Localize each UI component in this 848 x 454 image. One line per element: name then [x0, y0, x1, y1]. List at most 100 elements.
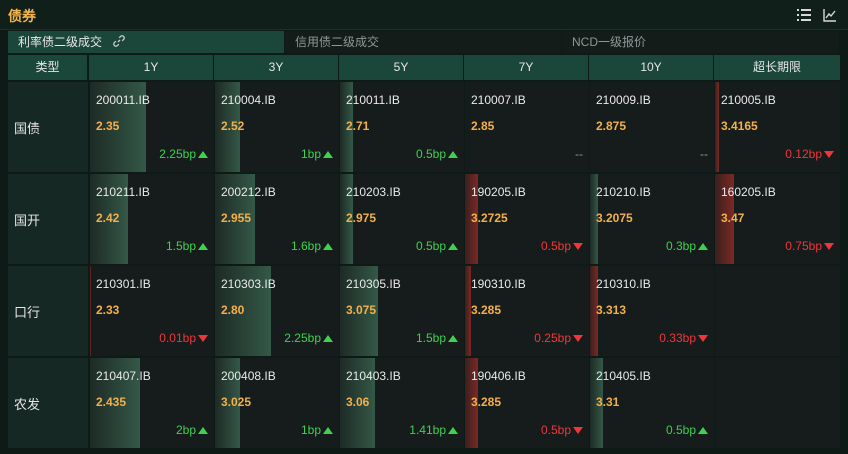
empty-cell: [714, 265, 840, 356]
yield-change: 2.25bp: [284, 331, 333, 345]
column-header-7y[interactable]: 7Y: [464, 55, 589, 80]
down-arrow-icon: [573, 426, 583, 434]
down-arrow-icon: [198, 334, 208, 342]
bond-code: 210004.IB: [221, 93, 276, 107]
yield-change-value: 0.5bp: [415, 239, 446, 253]
down-arrow-icon: [573, 334, 583, 342]
yield-change: 0.5bp: [666, 423, 708, 437]
yield-change: 0.5bp: [416, 147, 458, 161]
bond-code: 210403.IB: [346, 369, 401, 383]
yield-change-value: 1bp: [300, 423, 321, 437]
bond-code: 200212.IB: [221, 185, 276, 199]
change-bar: [90, 266, 91, 356]
bond-yield: 2.71: [346, 119, 370, 133]
bond-yield: 3.285: [471, 303, 502, 317]
bond-code: 210007.IB: [471, 93, 526, 107]
bond-code: 210005.IB: [721, 93, 776, 107]
yield-change-value: 0.5bp: [540, 423, 571, 437]
yield-change: 0.01bp: [159, 331, 208, 345]
column-header-5y[interactable]: 5Y: [339, 55, 464, 80]
bond-cell[interactable]: 200212.IB 2.955 1.6bp: [214, 173, 339, 264]
bond-yield: 3.2075: [596, 211, 633, 225]
up-arrow-icon: [448, 334, 458, 342]
up-arrow-icon: [323, 150, 333, 158]
row-label: 国开: [8, 173, 88, 264]
yield-change: 2bp: [176, 423, 208, 437]
column-header-3y[interactable]: 3Y: [214, 55, 339, 80]
bond-cell[interactable]: 200011.IB 2.35 2.25bp: [89, 81, 214, 172]
bond-code: 160205.IB: [721, 185, 776, 199]
yield-change: 1.5bp: [416, 331, 458, 345]
tab-rate-bond-secondary[interactable]: 利率债二级成交: [8, 31, 285, 53]
bond-yield: 3.313: [596, 303, 627, 317]
down-arrow-icon: [824, 150, 834, 158]
bond-cell[interactable]: 210210.IB 3.2075 0.3bp: [589, 173, 714, 264]
bond-code: 190310.IB: [471, 277, 526, 291]
yield-change-value: 0.33bp: [659, 331, 696, 345]
bond-code: 190406.IB: [471, 369, 526, 383]
bond-yield: 2.35: [96, 119, 120, 133]
bond-yield: 2.955: [221, 211, 252, 225]
yield-change: 1bp: [301, 147, 333, 161]
bond-cell[interactable]: 210203.IB 2.975 0.5bp: [339, 173, 464, 264]
up-arrow-icon: [448, 426, 458, 434]
bond-code: 210310.IB: [596, 277, 651, 291]
bond-code: 210303.IB: [221, 277, 276, 291]
yield-change-value: 1.5bp: [415, 331, 446, 345]
down-arrow-icon: [698, 334, 708, 342]
bond-cell[interactable]: 210005.IB 3.4165 0.12bp: [714, 81, 840, 172]
yield-change-value: 0.12bp: [785, 147, 822, 161]
column-header-ultra-long[interactable]: 超长期限: [714, 55, 840, 80]
list-icon[interactable]: [796, 7, 812, 23]
column-header-1y[interactable]: 1Y: [89, 55, 214, 80]
yield-change: 0.5bp: [541, 423, 583, 437]
bond-cell[interactable]: 210011.IB 2.71 0.5bp: [339, 81, 464, 172]
bond-cell[interactable]: 210009.IB 2.875 --: [589, 81, 714, 172]
bond-yield: 3.075: [346, 303, 377, 317]
up-arrow-icon: [698, 242, 708, 250]
bond-cell[interactable]: 210303.IB 2.80 2.25bp: [214, 265, 339, 356]
bond-code: 210301.IB: [96, 277, 151, 291]
bond-cell[interactable]: 190310.IB 3.285 0.25bp: [464, 265, 589, 356]
yield-change-value: 1.6bp: [290, 239, 321, 253]
yield-change: 0.75bp: [785, 239, 834, 253]
bond-yield: 2.975: [346, 211, 377, 225]
column-header-10y[interactable]: 10Y: [589, 55, 714, 80]
bond-code: 190205.IB: [471, 185, 526, 199]
panel-title: 债券: [8, 8, 36, 24]
tab-ncd-primary-quote[interactable]: NCD一级报价: [562, 31, 840, 53]
bond-code: 200011.IB: [96, 93, 150, 107]
bond-cell[interactable]: 210007.IB 2.85 --: [464, 81, 589, 172]
bond-yield: 2.52: [221, 119, 245, 133]
bond-cell[interactable]: 210301.IB 2.33 0.01bp: [89, 265, 214, 356]
bond-cell[interactable]: 210305.IB 3.075 1.5bp: [339, 265, 464, 356]
bond-cell[interactable]: 210310.IB 3.313 0.33bp: [589, 265, 714, 356]
line-chart-icon[interactable]: [822, 7, 838, 23]
up-arrow-icon: [323, 334, 333, 342]
yield-change: --: [700, 147, 708, 161]
yield-change: 0.33bp: [659, 331, 708, 345]
up-arrow-icon: [448, 150, 458, 158]
bond-yield: 3.2725: [471, 211, 508, 225]
column-header-row: 类型 1Y 3Y 5Y 7Y 10Y 超长期限: [8, 55, 840, 80]
tab-credit-bond-secondary[interactable]: 信用债二级成交: [285, 31, 562, 53]
bond-cell[interactable]: 210405.IB 3.31 0.5bp: [589, 357, 714, 448]
bond-code: 210407.IB: [96, 369, 151, 383]
column-header-type: 类型: [8, 55, 88, 80]
link-icon[interactable]: [113, 32, 126, 54]
bond-cell[interactable]: 190406.IB 3.285 0.5bp: [464, 357, 589, 448]
bond-cell[interactable]: 210403.IB 3.06 1.41bp: [339, 357, 464, 448]
bond-cell[interactable]: 210407.IB 2.435 2bp: [89, 357, 214, 448]
up-arrow-icon: [323, 242, 333, 250]
yield-change: --: [575, 147, 583, 161]
bond-cell[interactable]: 200408.IB 3.025 1bp: [214, 357, 339, 448]
bond-yield: 2.80: [221, 303, 245, 317]
bond-cell[interactable]: 160205.IB 3.47 0.75bp: [714, 173, 840, 264]
empty-cell: [714, 357, 840, 448]
bond-cell[interactable]: 190205.IB 3.2725 0.5bp: [464, 173, 589, 264]
bond-yield: 3.4165: [721, 119, 758, 133]
yield-change: 1.5bp: [166, 239, 208, 253]
bond-cell[interactable]: 210004.IB 2.52 1bp: [214, 81, 339, 172]
header-icons: [796, 7, 838, 23]
bond-cell[interactable]: 210211.IB 2.42 1.5bp: [89, 173, 214, 264]
